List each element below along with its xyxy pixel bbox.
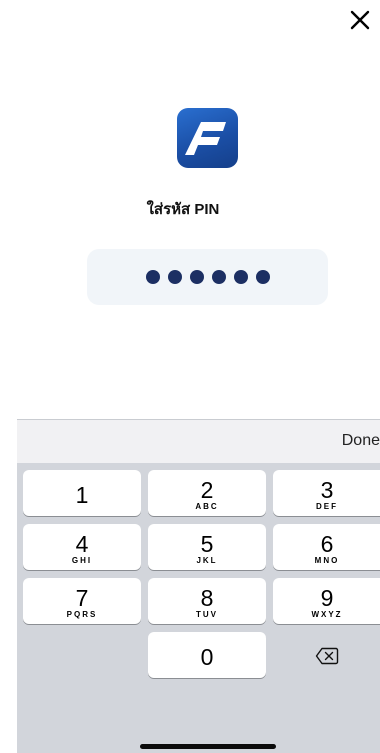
pin-dot: [189, 270, 204, 284]
key-6[interactable]: 6 MNO: [273, 524, 380, 570]
key-letters: TUV: [196, 610, 218, 619]
close-button[interactable]: [348, 8, 372, 32]
pin-dot: [233, 270, 248, 284]
pin-dot: [211, 270, 226, 284]
key-3[interactable]: 3 DEF: [273, 470, 380, 516]
key-letters: MNO: [314, 556, 340, 565]
key-digit: 1: [75, 482, 89, 508]
done-button[interactable]: Done: [342, 432, 380, 450]
key-digit: 2: [200, 477, 214, 503]
key-8[interactable]: 8 TUV: [148, 578, 266, 624]
key-2[interactable]: 2 ABC: [148, 470, 266, 516]
app-logo: [177, 108, 238, 168]
key-9[interactable]: 9 WXYZ: [273, 578, 380, 624]
backspace-icon: [315, 647, 338, 665]
numeric-keypad: Done 1 2 ABC 3 DEF 4 GHI 5 JKL 6 MNO 7 P…: [17, 419, 380, 753]
key-digit: 6: [320, 531, 334, 557]
key-letters: GHI: [71, 556, 93, 565]
key-digit: 9: [320, 585, 334, 611]
key-digit: 3: [320, 477, 334, 503]
key-5[interactable]: 5 JKL: [148, 524, 266, 570]
backspace-key[interactable]: [273, 633, 380, 679]
pin-dot: [145, 270, 160, 284]
app-logo-f-icon: [185, 122, 226, 155]
pin-title: ใส่รหัส PIN: [146, 201, 220, 218]
key-letters: JKL: [196, 556, 218, 565]
pin-entry-screen: ใส่รหัส PIN Done 1 2 ABC 3 DEF 4 GHI 5 J…: [0, 0, 380, 753]
pin-dot: [167, 270, 182, 284]
keyboard-accessory-bar: Done: [17, 419, 380, 463]
key-letters: PQRS: [66, 610, 98, 619]
pin-dots-field[interactable]: [87, 249, 328, 305]
key-letters: ABC: [195, 502, 219, 511]
key-0[interactable]: 0: [148, 632, 266, 678]
key-7[interactable]: 7 PQRS: [23, 578, 141, 624]
key-4[interactable]: 4 GHI: [23, 524, 141, 570]
key-digit: 0: [200, 644, 214, 670]
pin-dot: [255, 270, 270, 284]
key-letters: DEF: [316, 502, 338, 511]
key-digit: 8: [200, 585, 214, 611]
key-letters: WXYZ: [311, 610, 343, 619]
home-indicator: [140, 744, 276, 749]
key-1[interactable]: 1: [23, 470, 141, 516]
key-digit: 7: [75, 585, 89, 611]
close-icon: [350, 10, 370, 30]
key-digit: 4: [75, 531, 89, 557]
key-digit: 5: [200, 531, 214, 557]
